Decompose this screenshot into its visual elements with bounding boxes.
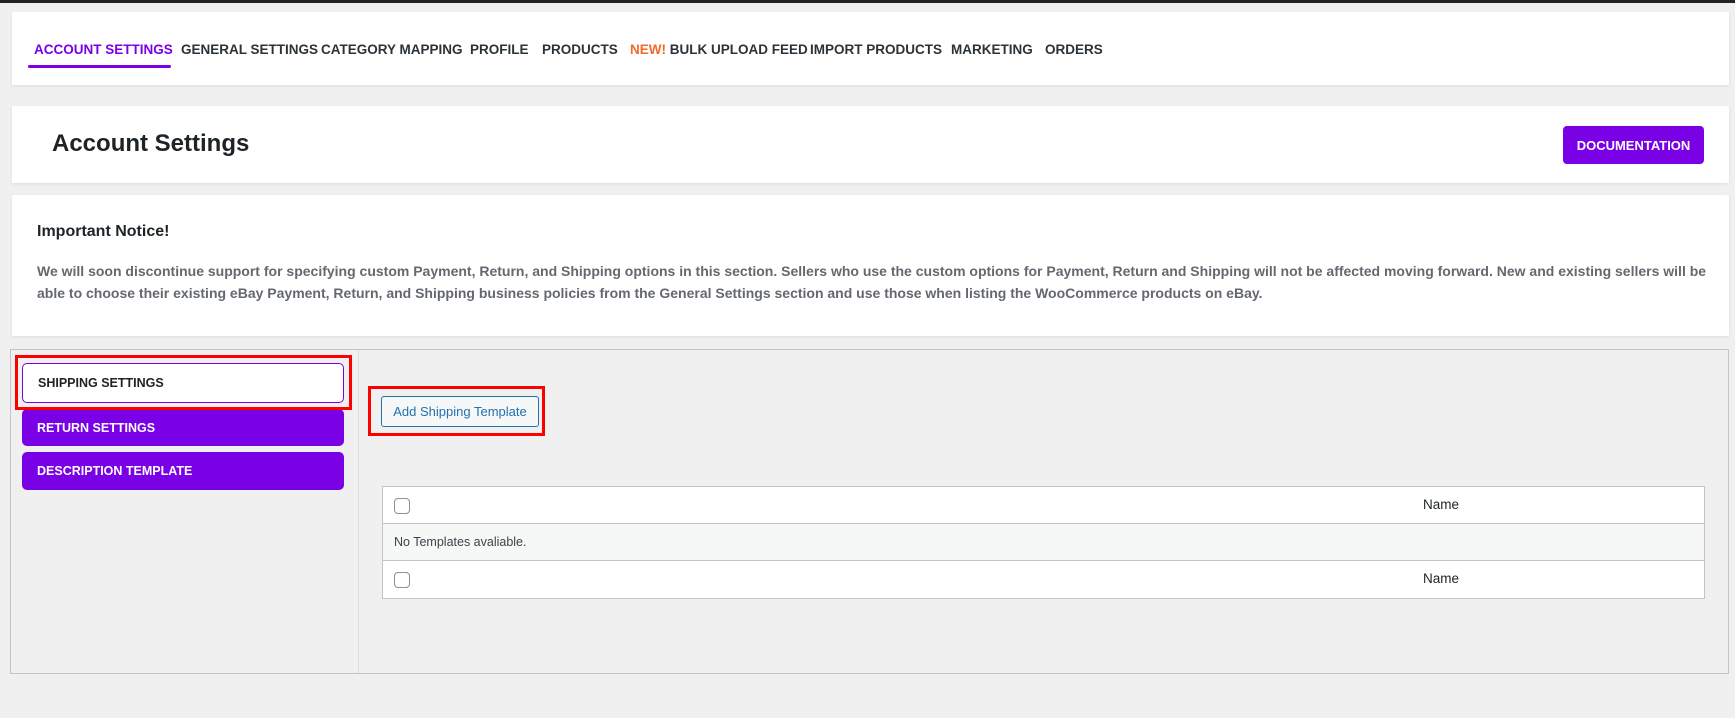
column-header-name[interactable]: Name xyxy=(1423,497,1459,512)
sidebar-item-label: SHIPPING SETTINGS xyxy=(38,376,164,390)
admin-top-bar xyxy=(0,0,1735,3)
table-footer-row: Name xyxy=(383,561,1704,598)
sidebar-item-shipping-settings[interactable]: SHIPPING SETTINGS xyxy=(22,363,344,403)
empty-message: No Templates avaliable. xyxy=(394,535,527,549)
settings-panel: SHIPPING SETTINGS RETURN SETTINGS DESCRI… xyxy=(10,349,1729,674)
tab-label: BULK UPLOAD FEED xyxy=(669,42,808,57)
new-badge: NEW! xyxy=(630,42,666,57)
table-header-row: Name xyxy=(383,487,1704,524)
top-navigation: ACCOUNT SETTINGS GENERAL SETTINGS CATEGO… xyxy=(12,12,1729,85)
settings-sidebar: SHIPPING SETTINGS RETURN SETTINGS DESCRI… xyxy=(11,350,359,673)
tab-bulk-upload-feed[interactable]: NEW! BULK UPLOAD FEED xyxy=(630,42,808,57)
tab-category-mapping[interactable]: CATEGORY MAPPING xyxy=(321,42,463,57)
sidebar-item-label: RETURN SETTINGS xyxy=(37,420,156,435)
notice-text: We will soon discontinue support for spe… xyxy=(37,263,1707,301)
sidebar-item-label: DESCRIPTION TEMPLATE xyxy=(37,464,193,478)
tab-general-settings[interactable]: GENERAL SETTINGS xyxy=(181,42,318,57)
tab-marketing[interactable]: MARKETING xyxy=(951,42,1033,57)
sidebar-item-return-settings[interactable]: RETURN SETTINGS xyxy=(22,409,344,446)
templates-table: Name No Templates avaliable. Name xyxy=(382,486,1705,599)
tab-profile[interactable]: PROFILE xyxy=(470,42,529,57)
table-row: No Templates avaliable. xyxy=(383,524,1704,561)
tab-import-products[interactable]: IMPORT PRODUCTS xyxy=(810,42,942,57)
page-header: Account Settings DOCUMENTATION xyxy=(12,106,1729,183)
select-all-checkbox-footer[interactable] xyxy=(394,572,410,588)
tab-orders[interactable]: ORDERS xyxy=(1045,42,1103,57)
important-notice: Important Notice! We will soon discontin… xyxy=(12,195,1729,336)
column-footer-name[interactable]: Name xyxy=(1423,571,1459,586)
documentation-button[interactable]: DOCUMENTATION xyxy=(1563,126,1704,164)
add-shipping-template-button[interactable]: Add Shipping Template xyxy=(381,396,539,427)
select-all-checkbox[interactable] xyxy=(394,498,410,514)
notice-heading: Important Notice! xyxy=(37,223,170,240)
active-tab-indicator xyxy=(28,65,171,68)
sidebar-item-description-template[interactable]: DESCRIPTION TEMPLATE xyxy=(22,452,344,490)
tab-account-settings[interactable]: ACCOUNT SETTINGS xyxy=(34,42,173,57)
tab-products[interactable]: PRODUCTS xyxy=(542,42,618,57)
page-title: Account Settings xyxy=(52,130,250,157)
